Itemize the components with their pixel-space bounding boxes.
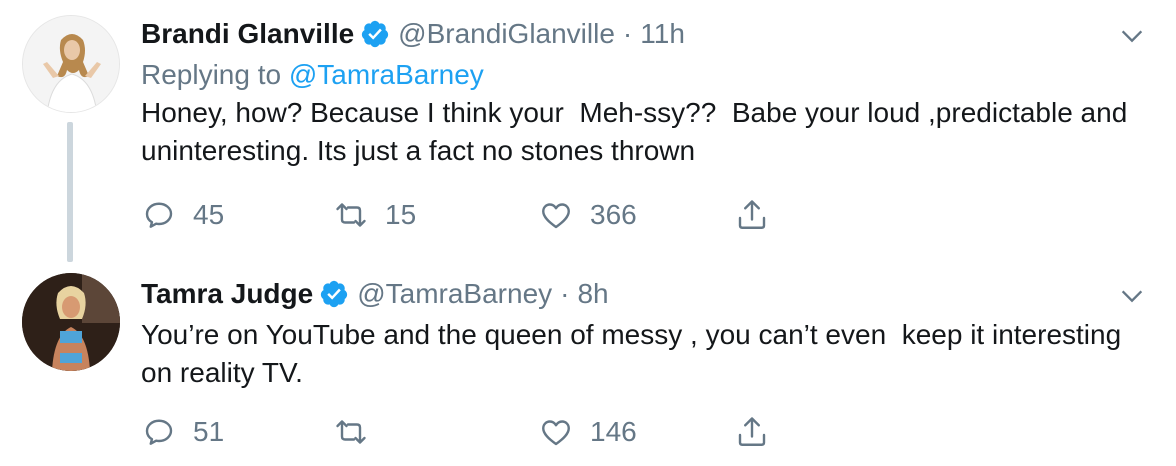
separator-dot: · <box>622 18 633 49</box>
reply-count: 51 <box>193 416 225 447</box>
chevron-down-icon[interactable] <box>1118 282 1146 310</box>
reply-button[interactable]: 51 <box>141 414 333 450</box>
verified-badge-icon <box>321 280 348 308</box>
reply-icon <box>145 419 173 445</box>
tweet-timestamp[interactable]: 11h <box>640 18 685 50</box>
reply-button[interactable]: 45 <box>141 197 333 233</box>
retweet-button[interactable]: 15 <box>333 197 538 233</box>
tweet-content: Brandi Glanville @BrandiGlanville · 11h … <box>141 14 1136 170</box>
share-button[interactable] <box>734 197 770 233</box>
replying-to: Replying to @TamraBarney <box>141 56 1136 94</box>
retweet-icon <box>336 203 366 227</box>
like-count: 146 <box>590 416 637 447</box>
tweet-text: You’re on YouTube and the queen of messy… <box>141 319 1129 388</box>
tweet-text: Honey, how? Because I think your Meh-ssy… <box>141 97 1136 166</box>
heart-icon <box>542 420 570 446</box>
tweet-content: Tamra Judge @TamraBarney · 8h You’re on … <box>141 274 1136 392</box>
tweet-actions: 51 146 <box>141 412 770 452</box>
user-handle[interactable]: @TamraBarney <box>357 278 552 310</box>
retweet-count: 15 <box>385 199 417 230</box>
tweet[interactable]: Tamra Judge @TamraBarney · 8h You’re on … <box>0 258 1176 466</box>
avatar[interactable] <box>22 15 120 113</box>
reply-icon <box>145 202 173 228</box>
user-handle[interactable]: @BrandiGlanville <box>398 18 615 50</box>
like-count: 366 <box>590 199 637 230</box>
separator-dot: · <box>560 278 570 309</box>
replying-to-label: Replying to <box>141 59 289 90</box>
tweet-actions: 45 15 366 <box>141 195 770 235</box>
avatar[interactable] <box>22 273 120 371</box>
share-icon <box>738 200 766 229</box>
retweet-icon <box>336 420 366 444</box>
replying-to-handle-link[interactable]: @TamraBarney <box>289 59 484 90</box>
like-button[interactable]: 146 <box>538 414 734 450</box>
avatar-photo <box>23 16 119 112</box>
tweet[interactable]: Brandi Glanville @BrandiGlanville · 11h … <box>0 0 1176 262</box>
tweet-thread: Brandi Glanville @BrandiGlanville · 11h … <box>0 0 1176 466</box>
retweet-button[interactable] <box>333 414 538 450</box>
display-name[interactable]: Tamra Judge <box>141 278 313 310</box>
thread-connector-line <box>67 122 73 262</box>
chevron-down-icon[interactable] <box>1118 22 1146 50</box>
tweet-header: Tamra Judge @TamraBarney · 8h <box>141 274 1136 314</box>
avatar-photo <box>22 273 120 371</box>
reply-count: 45 <box>193 199 225 230</box>
tweet-header: Brandi Glanville @BrandiGlanville · 11h <box>141 14 1136 54</box>
share-icon <box>738 417 766 446</box>
heart-icon <box>542 203 570 229</box>
display-name[interactable]: Brandi Glanville <box>141 18 354 50</box>
like-button[interactable]: 366 <box>538 197 734 233</box>
verified-badge-icon <box>362 20 389 48</box>
tweet-timestamp[interactable]: 8h <box>577 278 608 310</box>
share-button[interactable] <box>734 414 770 450</box>
